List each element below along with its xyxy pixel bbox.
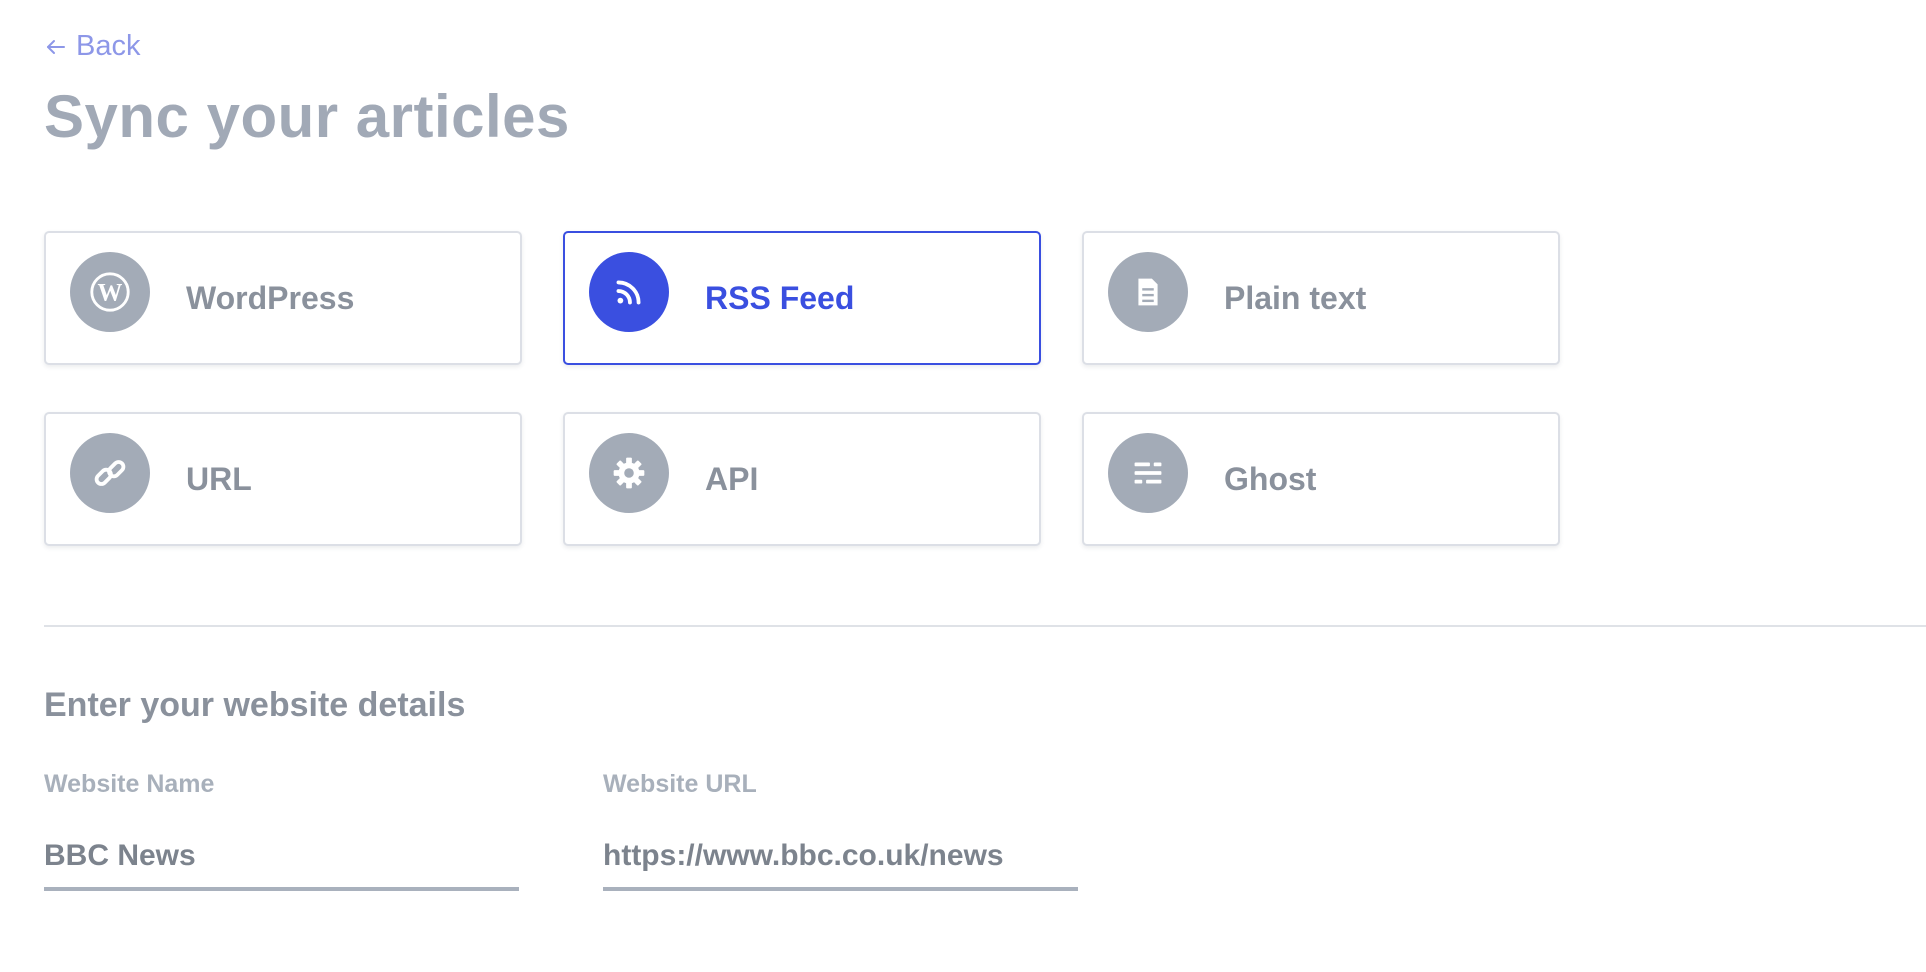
source-options-grid: W WordPress RSS Feed Plain text URL API … [44,231,1560,546]
rss-icon [589,252,669,332]
source-option-label: RSS Feed [705,279,855,316]
source-option-label: Ghost [1224,460,1317,497]
source-option-plain-text[interactable]: Plain text [1082,231,1560,365]
website-name-input[interactable] [44,839,519,891]
source-option-wordpress[interactable]: W WordPress [44,231,522,365]
page-title: Sync your articles [44,83,570,150]
website-url-label: Website URL [603,770,757,798]
svg-text:W: W [98,280,123,307]
source-option-label: WordPress [186,279,355,316]
link-icon [70,433,150,513]
source-option-rss-feed[interactable]: RSS Feed [563,231,1041,365]
source-option-api[interactable]: API [563,412,1041,546]
ghost-icon [1108,433,1188,513]
website-url-input[interactable] [603,839,1078,891]
source-option-url[interactable]: URL [44,412,522,546]
document-icon [1108,252,1188,332]
website-details-title: Enter your website details [44,686,466,724]
wordpress-icon: W [70,252,150,332]
back-link-label: Back [76,30,141,62]
gear-icon [589,433,669,513]
source-option-label: Plain text [1224,279,1367,316]
arrow-left-icon [47,39,65,54]
website-name-field: Website Name [44,770,519,891]
source-option-label: URL [186,460,252,497]
section-divider [44,625,1926,627]
back-link[interactable]: Back [44,30,140,63]
source-option-ghost[interactable]: Ghost [1082,412,1560,546]
website-name-label: Website Name [44,770,215,798]
source-option-label: API [705,460,759,497]
sync-articles-page: Back Sync your articles W WordPress RSS … [0,0,1926,972]
website-url-field: Website URL [603,770,1078,891]
